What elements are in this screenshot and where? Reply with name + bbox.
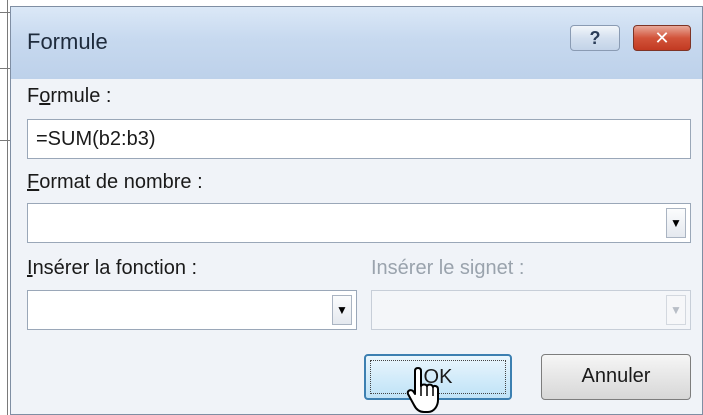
formula-input[interactable]: =SUM(b2:b3) [27, 119, 691, 159]
formula-label: Formule : [27, 85, 112, 107]
insert-function-label: Insérer la fonction : [27, 257, 198, 279]
title-bar[interactable]: Formule ? ✕ [11, 7, 702, 79]
insert-bookmark-label: Insérer le signet : [371, 257, 525, 279]
guide-line [7, 0, 8, 415]
close-button[interactable]: ✕ [633, 25, 691, 51]
help-icon: ? [589, 28, 601, 48]
mouse-pointer-icon [406, 367, 439, 413]
insert-function-dropdown[interactable]: ▼ [27, 290, 357, 330]
number-format-label: Format de nombre : [27, 171, 203, 193]
cancel-button-label: Annuler [581, 365, 651, 387]
formula-value: =SUM(b2:b3) [36, 128, 156, 150]
help-button[interactable]: ? [570, 25, 620, 51]
number-format-dropdown[interactable]: ▼ [27, 203, 691, 243]
cancel-button[interactable]: Annuler [541, 354, 691, 400]
insert-bookmark-dropdown: ▼ [371, 290, 691, 330]
guide-tick [0, 68, 10, 69]
chevron-down-icon: ▼ [666, 295, 686, 325]
dialog-title: Formule [27, 29, 108, 54]
guide-tick [0, 12, 10, 13]
guide-tick [0, 140, 10, 141]
chevron-down-icon[interactable]: ▼ [332, 295, 352, 325]
page: Formule ? ✕ Formule : =SUM(b2:b3) Format… [0, 0, 703, 415]
dialog-body: Formule : =SUM(b2:b3) Format de nombre :… [11, 79, 702, 414]
close-icon: ✕ [654, 28, 670, 48]
chevron-down-icon[interactable]: ▼ [666, 208, 686, 238]
formula-dialog: Formule ? ✕ Formule : =SUM(b2:b3) Format… [10, 6, 703, 415]
